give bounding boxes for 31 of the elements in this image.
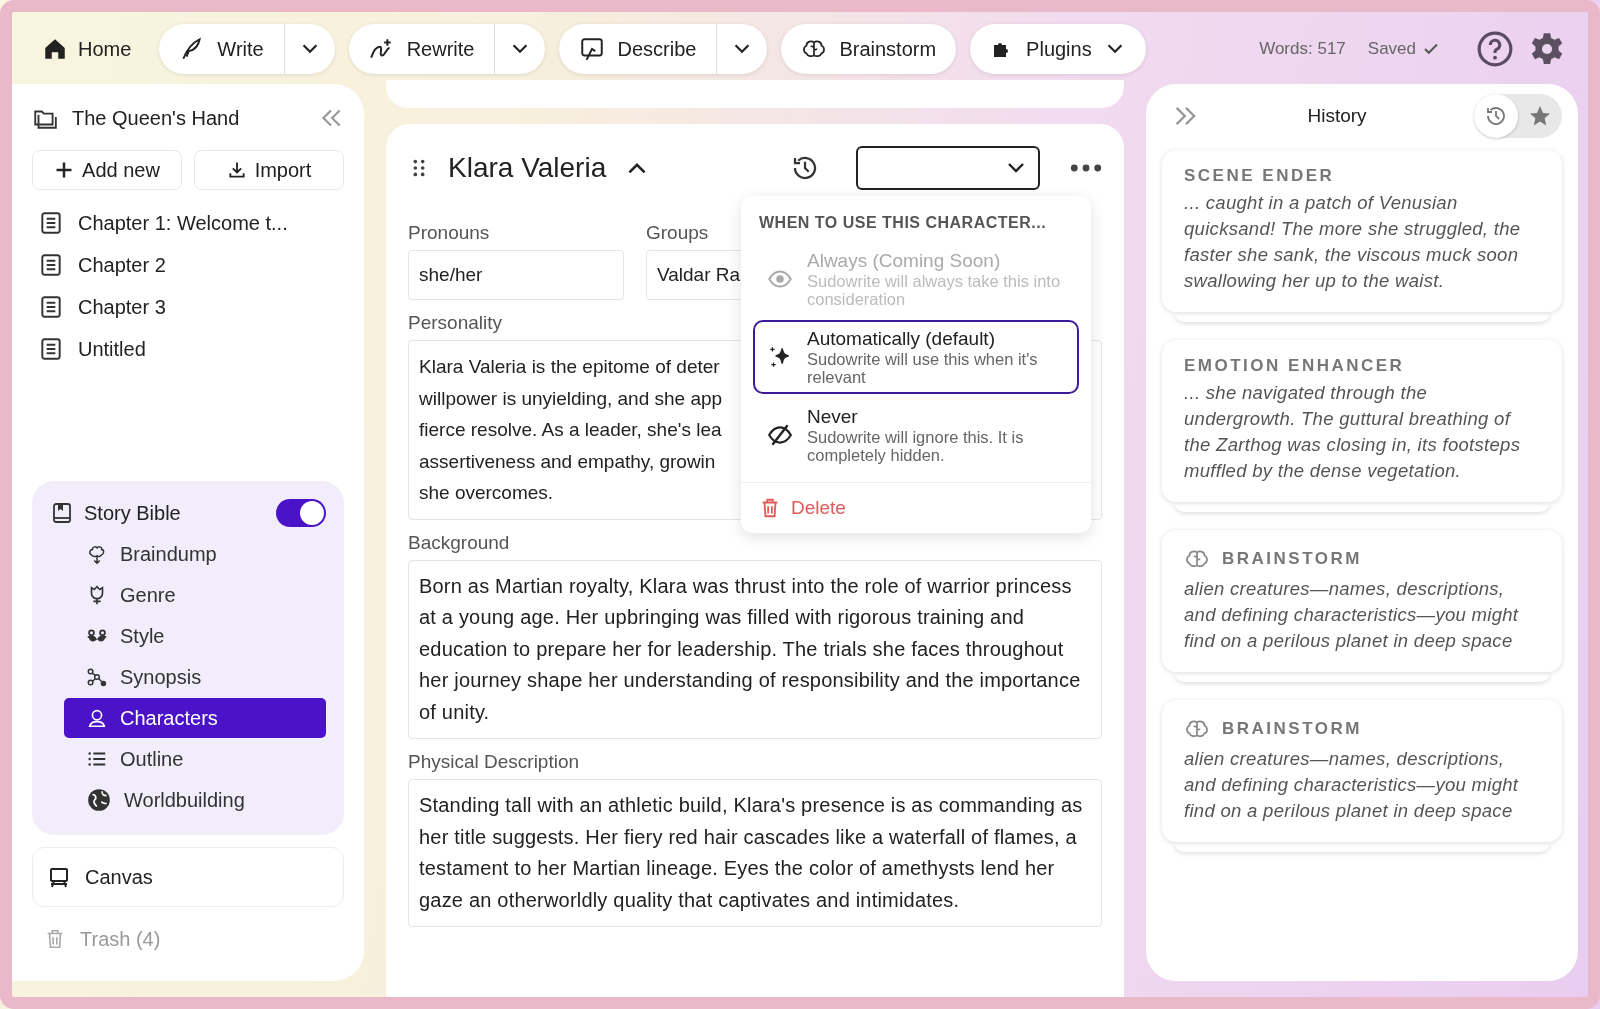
option-description: Sudowrite will always take this into consideration: [807, 272, 1062, 308]
character-name: Klara Valeria: [448, 152, 607, 184]
field-label: Physical Description: [408, 751, 580, 773]
option-description: Sudowrite will ignore this. It is completely hidden.: [807, 428, 1025, 464]
text-line: Klara Valeria is the epitome of deter: [419, 355, 720, 379]
saved-status: Saved: [1367, 39, 1416, 59]
history-title: History: [1306, 105, 1368, 127]
field-label: Groups: [646, 222, 709, 244]
card-text: ... she navigated through the undergrowth. The guttural breathing of the Zarthog was closing in, its footsteps muffled by the dense vegetation.: [1184, 381, 1522, 483]
text-line: willpower is unyielding, and she app: [419, 386, 723, 411]
word-count: Words: 517: [1259, 39, 1346, 59]
option-description: Sudowrite will use this when it's relevant: [807, 350, 1039, 386]
option-title: Never: [807, 406, 859, 428]
text-line: assertiveness and empathy, growin: [419, 449, 716, 474]
field-label: Pronouns: [408, 222, 490, 244]
card-title: BRAINSTORM: [1222, 549, 1362, 569]
card-text: alien creatures—names, descriptions, and defining characteristics—you might find on a perilous planet in deep space: [1184, 747, 1520, 823]
story-bible-label: Story Bible: [84, 501, 181, 525]
text-line: she overcomes.: [419, 481, 554, 505]
card-title: EMOTION ENHANCER: [1184, 356, 1405, 376]
text-line: fierce resolve. As a leader, she's lea: [419, 418, 722, 442]
project-title: The Queen's Hand: [72, 106, 241, 130]
option-title: Automatically (default): [807, 328, 996, 350]
card-title: SCENE ENDER: [1184, 166, 1335, 186]
menu-heading: WHEN TO USE THIS CHARACTER...: [758, 213, 1048, 233]
field-label: Background: [408, 531, 510, 554]
card-text: alien creatures—names, descriptions, and defining characteristics—you might find on a perilous planet in deep space: [1184, 577, 1520, 653]
option-title: Always (Coming Soon): [807, 250, 1002, 272]
card-title: BRAINSTORM: [1222, 719, 1362, 739]
field-label: Personality: [408, 312, 502, 334]
card-text: ... caught in a patch of Venusian quicksand! The more she struggled, the faster she sank, the viscous muck soon swallowing her up to the waist.: [1184, 191, 1522, 293]
